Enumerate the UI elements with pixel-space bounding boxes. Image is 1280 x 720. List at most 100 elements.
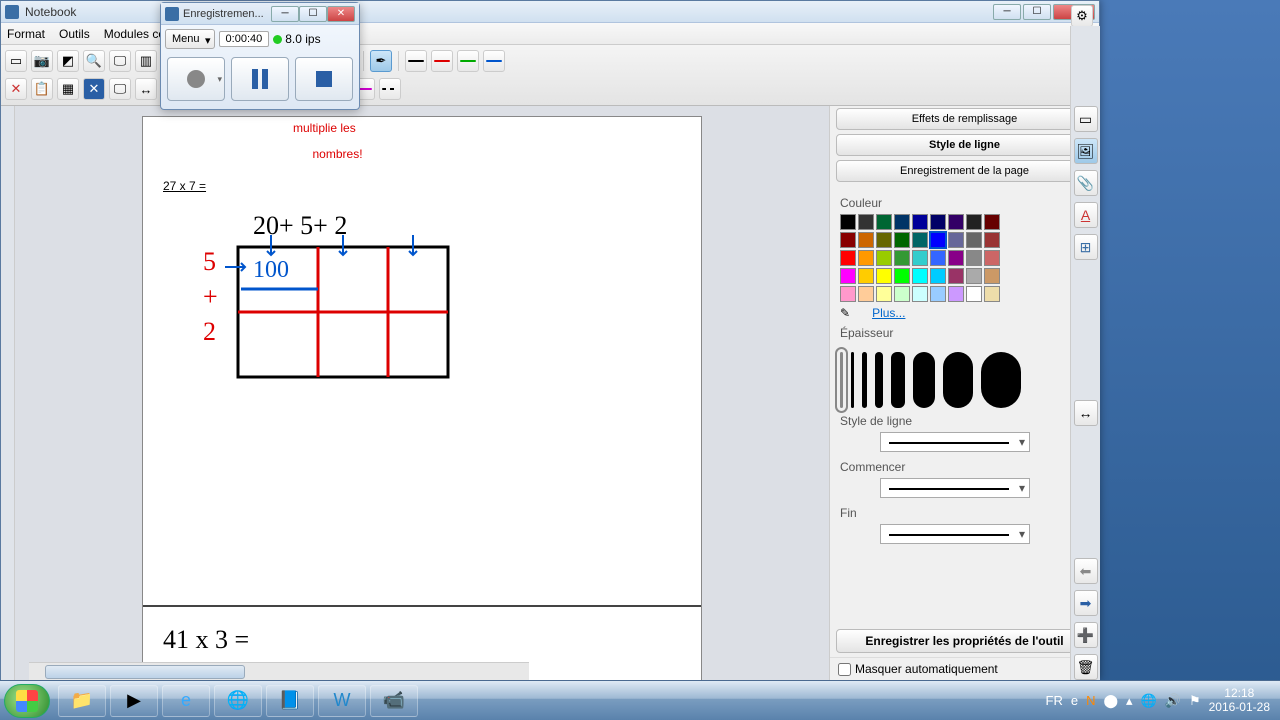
recorder-window[interactable]: Enregistremen... Menu 0:00:40 8.0 ips ▾ [160, 2, 360, 110]
tray-n-icon[interactable]: N [1086, 693, 1095, 708]
end-arrow-dropdown[interactable] [880, 524, 1030, 544]
tray-ie-icon[interactable]: e [1071, 693, 1078, 708]
grid-icon[interactable]: ✕ [83, 78, 105, 100]
recorder-close[interactable] [327, 6, 355, 22]
record-button[interactable]: ▾ [167, 57, 225, 101]
color-swatch[interactable] [966, 214, 982, 230]
add-page-icon[interactable]: ➕ [1074, 622, 1098, 648]
color-swatch[interactable] [858, 286, 874, 302]
recorder-menu-dropdown[interactable]: Menu [165, 29, 215, 49]
color-swatch[interactable] [912, 268, 928, 284]
page-recording-button[interactable]: Enregistrement de la page [836, 160, 1093, 182]
color-swatch[interactable] [840, 214, 856, 230]
stroke-preset[interactable] [457, 50, 479, 72]
color-swatch[interactable] [948, 250, 964, 266]
thickness-option[interactable] [851, 352, 854, 408]
tray-chevron-icon[interactable]: ▴ [1126, 693, 1133, 709]
delete-page-icon[interactable]: 🗑 [1074, 654, 1098, 680]
taskbar-notebook[interactable]: 📘 [266, 685, 314, 717]
color-swatch[interactable] [984, 250, 1000, 266]
stroke-preset[interactable] [483, 50, 505, 72]
color-swatch[interactable] [858, 268, 874, 284]
color-swatch[interactable] [912, 214, 928, 230]
color-swatch[interactable] [984, 286, 1000, 302]
tray-flag-icon[interactable]: ⚑ [1189, 693, 1201, 709]
thickness-option[interactable] [840, 352, 843, 408]
more-colors-link[interactable]: Plus... [872, 306, 905, 320]
thickness-option[interactable] [981, 352, 1021, 408]
taskbar-word[interactable]: W [318, 685, 366, 717]
start-button[interactable] [4, 684, 50, 718]
color-swatch[interactable] [894, 286, 910, 302]
page-sorter-tab[interactable]: ▭ [1074, 106, 1098, 132]
stroke-preset[interactable] [405, 50, 427, 72]
color-swatch[interactable] [966, 250, 982, 266]
color-swatch[interactable] [876, 214, 892, 230]
addons-tab[interactable]: ⊞ [1074, 234, 1098, 260]
stroke-preset[interactable] [431, 50, 453, 72]
taskbar-chrome[interactable]: 🌐 [214, 685, 262, 717]
color-swatch[interactable] [894, 268, 910, 284]
color-swatch[interactable] [858, 232, 874, 248]
tray-shield-icon[interactable]: ⬤ [1103, 693, 1118, 709]
color-swatch[interactable] [966, 232, 982, 248]
thickness-option[interactable] [862, 352, 867, 408]
color-swatch[interactable] [912, 250, 928, 266]
calligraphy-tool-icon[interactable]: ✒ [370, 50, 392, 72]
color-swatch[interactable] [876, 250, 892, 266]
canvas[interactable]: multiplie les nombres! 27 x 7 = 20+ 5+ 2… [15, 106, 829, 680]
color-swatch[interactable] [894, 250, 910, 266]
color-swatch[interactable] [912, 232, 928, 248]
tray-network-icon[interactable]: 🌐 [1141, 693, 1157, 709]
color-swatch[interactable] [840, 250, 856, 266]
color-swatch[interactable] [948, 232, 964, 248]
width-icon[interactable]: ↔ [135, 78, 157, 100]
thickness-option[interactable] [943, 352, 973, 408]
horizontal-scrollbar[interactable] [29, 662, 529, 680]
color-swatch[interactable] [876, 286, 892, 302]
color-swatch[interactable] [984, 214, 1000, 230]
color-swatch[interactable] [984, 268, 1000, 284]
color-swatch[interactable] [930, 250, 946, 266]
color-swatch[interactable] [858, 250, 874, 266]
format-tab[interactable]: A [1074, 202, 1098, 228]
line-style-button[interactable]: Style de ligne [836, 134, 1093, 156]
page-tray[interactable] [1, 106, 15, 680]
color-swatch[interactable] [966, 268, 982, 284]
thickness-option[interactable] [891, 352, 905, 408]
color-swatch[interactable] [912, 286, 928, 302]
color-swatch[interactable] [894, 214, 910, 230]
color-swatch[interactable] [984, 232, 1000, 248]
tray-volume-icon[interactable]: 🔊 [1165, 693, 1181, 709]
color-swatch[interactable] [840, 286, 856, 302]
linestyle-dropdown[interactable] [880, 432, 1030, 452]
color-swatch[interactable] [894, 232, 910, 248]
stop-button[interactable] [295, 57, 353, 101]
monitor-icon[interactable]: 🖵 [109, 78, 131, 100]
prev-page-icon[interactable]: ⬅ [1074, 558, 1098, 584]
color-swatch[interactable] [930, 268, 946, 284]
tool-crop-icon[interactable]: ◩ [57, 50, 79, 72]
gear-icon[interactable]: ⚙ [1071, 5, 1093, 27]
color-swatch[interactable] [948, 268, 964, 284]
pause-button[interactable] [231, 57, 289, 101]
move-tabs-icon[interactable]: ↔ [1074, 400, 1098, 426]
attachments-tab[interactable]: 📎 [1074, 170, 1098, 196]
clock[interactable]: 12:182016-01-28 [1209, 687, 1270, 713]
recorder-titlebar[interactable]: Enregistremen... [161, 3, 359, 25]
menu-outils[interactable]: Outils [59, 27, 90, 41]
maximize-button[interactable] [1023, 4, 1051, 20]
delete-icon[interactable]: ✕ [5, 78, 27, 100]
color-swatch[interactable] [948, 286, 964, 302]
table-icon[interactable]: ▦ [57, 78, 79, 100]
color-swatch[interactable] [840, 232, 856, 248]
tool-dual-icon[interactable]: ▥ [135, 50, 157, 72]
taskbar-ie[interactable]: e [162, 685, 210, 717]
recorder-maximize[interactable] [299, 6, 327, 22]
fill-effects-button[interactable]: Effets de remplissage [836, 108, 1093, 130]
paste-icon[interactable]: 📋 [31, 78, 53, 100]
taskbar-explorer[interactable]: 📁 [58, 685, 106, 717]
tool-camera-icon[interactable]: 📷 [31, 50, 53, 72]
color-swatch-selected[interactable] [930, 232, 946, 248]
tool-zoom-icon[interactable]: 🔍 [83, 50, 105, 72]
